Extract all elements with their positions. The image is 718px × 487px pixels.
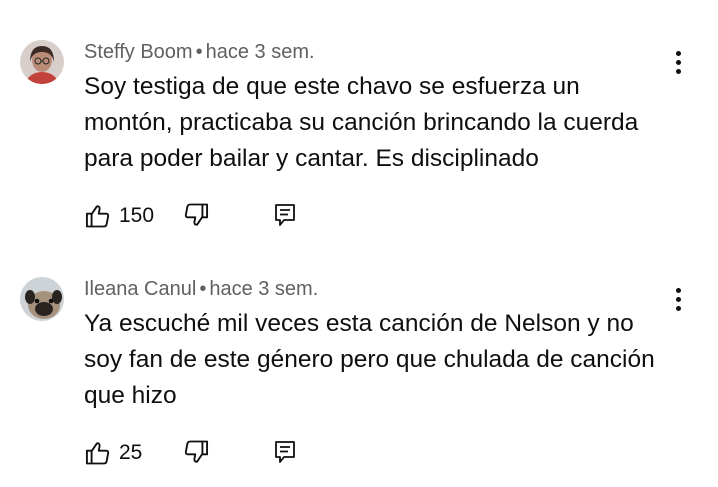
like-button[interactable] <box>84 202 112 230</box>
comment-text: Ya escuché mil veces esta canción de Nel… <box>84 306 684 414</box>
comment-meta: Steffy Boom • hace 3 sem. <box>84 39 315 65</box>
comment-author[interactable]: Ileana Canul <box>84 278 196 300</box>
avatar[interactable] <box>20 40 64 84</box>
comment-actions: 25 <box>84 436 324 468</box>
comment-text-line: para poder bailar y cantar. Es disciplin… <box>84 145 539 172</box>
pug-dog-avatar-icon <box>20 277 64 321</box>
woman-glasses-avatar-icon <box>20 40 64 84</box>
more-vertical-icon[interactable] <box>664 48 692 76</box>
like-count: 25 <box>119 441 143 464</box>
comment-time[interactable]: hace 3 sem. <box>206 41 315 63</box>
comment-text: Soy testiga de que este chavo se esfuerz… <box>84 69 684 177</box>
comment-text-line: soy fan de este género pero que chulada … <box>84 346 655 373</box>
reply-comment-icon <box>275 441 295 463</box>
comment-text-line: montón, practicaba su canción brincando … <box>84 109 639 136</box>
like-count: 150 <box>119 204 155 227</box>
meta-separator: • <box>199 278 207 300</box>
reply-button[interactable] <box>273 202 297 228</box>
comment-text-line: Ya escuché mil veces esta canción de Nel… <box>84 310 634 337</box>
reply-comment-icon <box>275 204 295 226</box>
dislike-button[interactable] <box>182 438 210 466</box>
comment-text-line: que hizo <box>84 382 177 409</box>
more-vertical-icon[interactable] <box>664 285 692 313</box>
meta-separator: • <box>195 41 203 63</box>
thumbs-down-icon <box>184 440 209 463</box>
comment-author[interactable]: Steffy Boom <box>84 41 193 63</box>
avatar[interactable] <box>20 277 64 321</box>
thumbs-down-icon <box>184 203 209 226</box>
comment-actions: 150 <box>84 199 324 231</box>
comment-text-line: Soy testiga de que este chavo se esfuerz… <box>84 73 580 100</box>
thumbs-up-icon <box>85 205 110 228</box>
like-button[interactable] <box>84 439 112 467</box>
comment-time[interactable]: hace 3 sem. <box>209 278 318 300</box>
dislike-button[interactable] <box>182 201 210 229</box>
comment-meta: Ileana Canul • hace 3 sem. <box>84 276 318 302</box>
reply-button[interactable] <box>273 439 297 465</box>
thumbs-up-icon <box>85 442 110 465</box>
